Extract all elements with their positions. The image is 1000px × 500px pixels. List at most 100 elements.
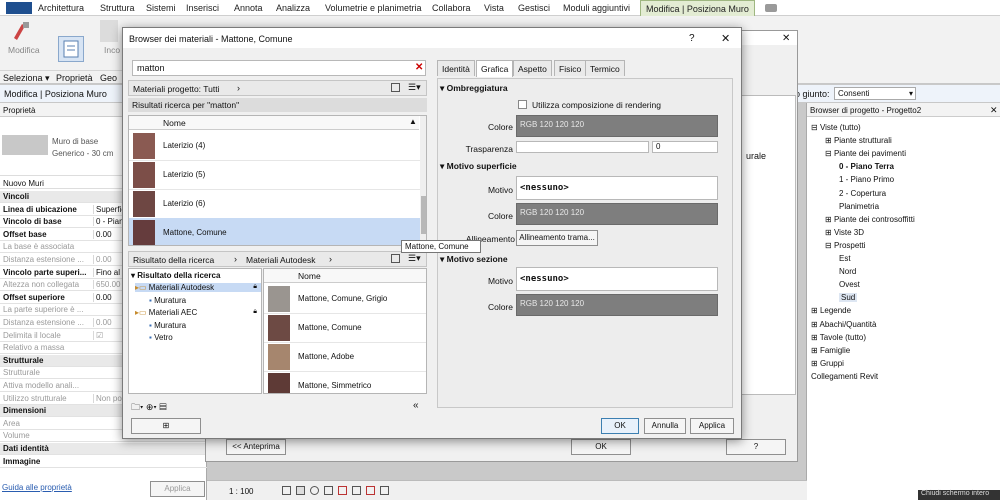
- fullscreen-toast[interactable]: Chiudi schermo intero: [918, 490, 1000, 500]
- cut-color-swatch[interactable]: RGB 120 120 120: [516, 294, 718, 316]
- detail-level-icon[interactable]: [282, 486, 291, 495]
- tab-struttura[interactable]: Struttura: [100, 3, 135, 13]
- tab-modifica-posiziona-muro[interactable]: Modifica | Posiziona Muro: [640, 0, 755, 16]
- property-row[interactable]: Immagine: [0, 456, 207, 468]
- modify-icon[interactable]: [8, 20, 34, 42]
- expand-icon[interactable]: ⊞: [811, 359, 820, 368]
- bg-ok-button[interactable]: OK: [571, 439, 631, 455]
- preview-button[interactable]: << Anteprima: [226, 439, 286, 455]
- select-dropdown[interactable]: Seleziona ▾: [3, 73, 50, 84]
- library-tree-root[interactable]: ▾ Risultato della ricerca: [131, 271, 220, 280]
- cut-section-header[interactable]: ▾ Motivo sezione: [440, 254, 508, 265]
- library-category-item[interactable]: ▪ Muratura: [149, 296, 261, 305]
- properties-icon[interactable]: [58, 36, 84, 62]
- expand-icon[interactable]: ⊞: [811, 346, 820, 355]
- project-browser-item[interactable]: 1 - Piano Primo: [839, 175, 894, 184]
- breadcrumb-autodesk-materials[interactable]: Materiali Autodesk: [246, 255, 315, 265]
- project-browser-item[interactable]: 0 - Piano Terra: [839, 162, 894, 171]
- project-browser-item[interactable]: Ovest: [839, 280, 860, 289]
- tab-grafica[interactable]: Grafica: [476, 60, 514, 77]
- tab-aspetto[interactable]: Aspetto: [513, 60, 552, 76]
- library-material-row[interactable]: Mattone, Comune: [264, 313, 426, 343]
- tab-inserisci[interactable]: Inserisci: [186, 3, 219, 13]
- geometry-icon[interactable]: [100, 20, 118, 42]
- expand-icon[interactable]: ⊞: [825, 228, 834, 237]
- project-material-row[interactable]: Laterizio (6): [129, 189, 420, 219]
- library-list-options-icon[interactable]: ☰▾: [408, 253, 421, 264]
- collapse-library-icon[interactable]: «: [413, 400, 419, 411]
- shading-color-swatch[interactable]: RGB 120 120 120: [516, 115, 718, 137]
- collapse-icon[interactable]: ⊟: [825, 149, 834, 158]
- expand-icon[interactable]: ⊞: [811, 306, 820, 315]
- scrollbar-thumb[interactable]: [421, 196, 426, 234]
- breadcrumb-search-result[interactable]: Risultato della ricerca: [133, 255, 214, 265]
- project-material-row[interactable]: Laterizio (5): [129, 160, 420, 190]
- library-view-toggle-icon[interactable]: [391, 254, 400, 263]
- project-filter-dropdown[interactable]: Materiali progetto: Tutti: [133, 84, 243, 95]
- properties-help-link[interactable]: Guida alle proprietà: [2, 483, 72, 492]
- crop-icon[interactable]: [338, 486, 347, 495]
- property-row[interactable]: Dati identità: [0, 443, 207, 455]
- project-browser-item[interactable]: ⊞ Legende: [811, 306, 851, 315]
- project-browser-item[interactable]: ⊞ Famiglie: [811, 346, 850, 355]
- scale-label[interactable]: 1 : 100: [229, 487, 253, 496]
- project-browser-item[interactable]: Nord: [839, 267, 856, 276]
- library-category-item[interactable]: ▪ Muratura: [149, 321, 261, 330]
- transparency-slider[interactable]: [516, 141, 649, 153]
- tab-fisico[interactable]: Fisico: [554, 60, 587, 76]
- dialog-help-button[interactable]: ?: [689, 33, 695, 44]
- tab-volumetrie[interactable]: Volumetrie e planimetria: [325, 3, 422, 13]
- collapse-icon[interactable]: ⊟: [811, 123, 820, 132]
- temp-hide-icon[interactable]: [366, 486, 375, 495]
- modify-label[interactable]: Modifica: [8, 45, 40, 55]
- tab-sistemi[interactable]: Sistemi: [146, 3, 176, 13]
- project-browser-close-icon[interactable]: ✕: [990, 105, 998, 116]
- project-browser-item[interactable]: ⊞ Tavole (tutto): [811, 333, 866, 342]
- library-material-row[interactable]: Mattone, Simmetrico: [264, 371, 426, 393]
- project-browser-item[interactable]: ⊞ Gruppi: [811, 359, 844, 368]
- project-browser-item[interactable]: ⊞ Viste 3D: [825, 228, 864, 237]
- project-browser-item[interactable]: ⊞ Piante dei controsoffitti: [825, 215, 915, 224]
- surface-color-swatch[interactable]: RGB 120 120 120: [516, 203, 718, 225]
- expand-icon[interactable]: ⊞: [825, 136, 834, 145]
- project-browser-item[interactable]: Collegamenti Revit: [811, 372, 878, 381]
- project-list-scrollbar[interactable]: [420, 116, 426, 245]
- bg-dialog-close-icon[interactable]: ✕: [782, 33, 790, 44]
- library-folder-icon[interactable]: 🗀▾: [131, 402, 143, 412]
- expand-icon[interactable]: ⊞: [811, 333, 820, 342]
- library-name-column-header[interactable]: Nome: [298, 271, 321, 281]
- apply-button[interactable]: Applica: [690, 418, 734, 434]
- project-browser-item[interactable]: ⊟ Viste (tutto): [811, 123, 861, 132]
- material-assets-button[interactable]: ⊞: [131, 418, 201, 434]
- tab-termico[interactable]: Termico: [585, 60, 625, 76]
- shading-section-header[interactable]: ▾ Ombreggiatura: [440, 83, 508, 94]
- library-material-row[interactable]: Mattone, Comune, Grigio: [264, 284, 426, 314]
- tab-analizza[interactable]: Analizza: [276, 3, 310, 13]
- create-material-icon[interactable]: ⊕▾: [146, 402, 157, 412]
- expand-icon[interactable]: ⊞: [825, 215, 834, 224]
- project-browser-item[interactable]: Sud: [839, 293, 858, 303]
- project-material-row[interactable]: Laterizio (4): [129, 131, 420, 161]
- material-editor-icon[interactable]: ▤: [159, 402, 167, 412]
- project-browser-item[interactable]: ⊟ Piante dei pavimenti: [825, 149, 906, 158]
- tab-architettura[interactable]: Architettura: [38, 3, 84, 13]
- dialog-close-button[interactable]: ✕: [721, 32, 730, 45]
- shadows-icon[interactable]: [324, 486, 333, 495]
- project-material-row[interactable]: Mattone, Comune: [129, 218, 420, 245]
- name-column-header[interactable]: Nome: [163, 118, 186, 128]
- collapse-icon[interactable]: ⊟: [825, 241, 834, 250]
- tab-annota[interactable]: Annota: [234, 3, 263, 13]
- sun-path-icon[interactable]: [310, 486, 319, 495]
- join-select[interactable]: Consenti ▾: [834, 87, 916, 100]
- library-folder-item[interactable]: ▸▭ Materiali Autodesk 🔒︎: [135, 283, 261, 292]
- library-material-row[interactable]: Mattone, Adobe: [264, 342, 426, 372]
- tab-vista[interactable]: Vista: [484, 3, 504, 13]
- tab-gestisci[interactable]: Gestisci: [518, 3, 550, 13]
- ok-button[interactable]: OK: [601, 418, 639, 434]
- app-menu-button[interactable]: [6, 2, 32, 14]
- library-category-item[interactable]: ▪ Vetro: [149, 333, 261, 342]
- tab-collabora[interactable]: Collabora: [432, 3, 471, 13]
- view-toggle-icon[interactable]: [391, 83, 400, 92]
- clear-search-icon[interactable]: ✕: [415, 62, 423, 73]
- reveal-icon[interactable]: [380, 486, 389, 495]
